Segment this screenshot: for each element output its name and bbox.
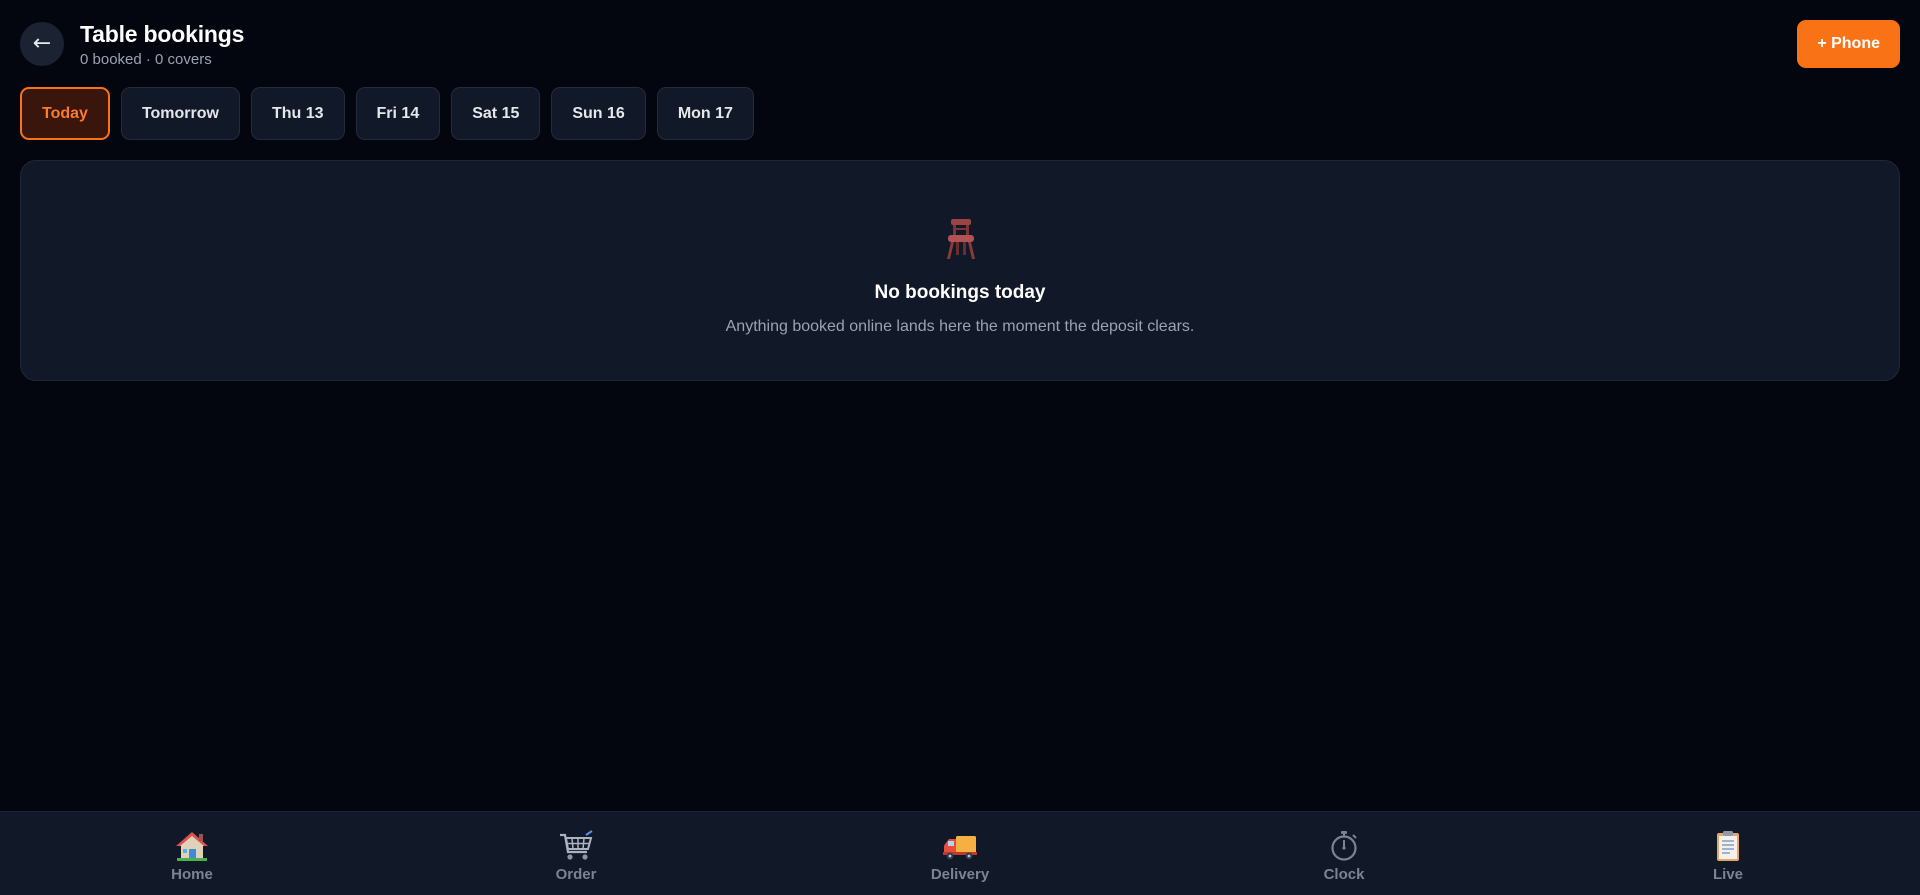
day-tab-today[interactable]: Today [20,87,110,140]
day-tabs: Today Tomorrow Thu 13 Fri 14 Sat 15 Sun … [20,87,754,140]
chair-icon [947,219,975,259]
empty-state-title: No bookings today [874,282,1046,303]
nav-label-delivery: Delivery [930,866,990,883]
house-icon [176,832,208,861]
nav-item-live[interactable]: Live [1536,812,1920,895]
stopwatch-icon [1331,831,1357,861]
empty-state-card: No bookings today Anything booked online… [20,160,1900,381]
nav-item-home[interactable]: Home [0,812,384,895]
nav-label-order: Order [555,866,597,883]
day-tab-sat-15[interactable]: Sat 15 [451,87,541,140]
add-phone-booking-button[interactable]: + Phone [1797,20,1900,68]
nav-item-delivery[interactable]: Delivery [768,812,1152,895]
booking-summary: 0 booked · 0 covers [80,51,212,68]
day-tab-mon-17[interactable]: Mon 17 [656,87,754,140]
clipboard-icon [1717,831,1739,861]
page-header: ← Table bookings 0 booked · 0 covers + P… [20,20,1900,70]
title-block: Table bookings 0 booked · 0 covers [80,22,244,68]
delivery-truck-icon [943,836,977,860]
bookings-screen: ← Table bookings 0 booked · 0 covers + P… [0,0,1920,895]
page-title: Table bookings [80,21,245,47]
nav-item-clock[interactable]: Clock [1152,812,1536,895]
day-tab-sun-16[interactable]: Sun 16 [551,87,646,140]
day-tab-thu-13[interactable]: Thu 13 [250,87,345,140]
nav-label-live: Live [1712,866,1743,883]
empty-state-description: Anything booked online lands here the mo… [725,318,1195,335]
nav-label-clock: Clock [1323,866,1365,883]
bottom-nav: Home Order Delivery Clock Live [0,811,1920,895]
back-button[interactable]: ← [20,22,64,66]
day-tab-fri-14[interactable]: Fri 14 [355,87,441,140]
nav-label-home: Home [171,866,213,883]
shopping-cart-icon [560,830,593,860]
day-tab-tomorrow[interactable]: Tomorrow [120,87,240,140]
nav-item-order[interactable]: Order [384,812,768,895]
